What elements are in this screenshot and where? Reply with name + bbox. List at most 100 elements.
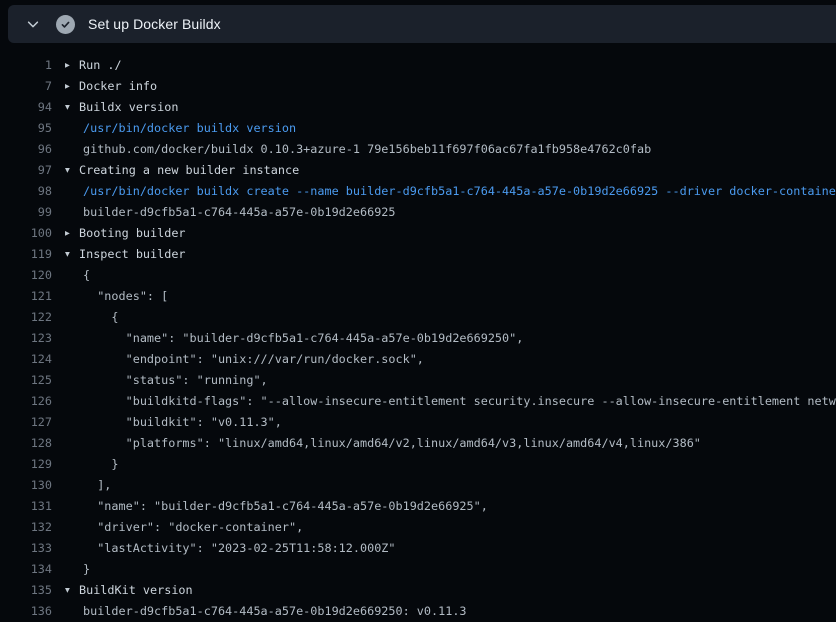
triangle-right-icon[interactable]: ▶ xyxy=(65,223,74,244)
log-line: 133 "lastActivity": "2023-02-25T11:58:12… xyxy=(0,538,836,559)
line-number[interactable]: 123 xyxy=(0,328,52,349)
line-text: ], xyxy=(65,475,111,496)
triangle-right-icon[interactable]: ▶ xyxy=(65,55,74,76)
line-number[interactable]: 97 xyxy=(0,160,52,181)
check-circle-icon xyxy=(56,15,75,34)
line-text: { xyxy=(65,307,119,328)
log-line: 96 github.com/docker/buildx 0.10.3+azure… xyxy=(0,139,836,160)
line-number[interactable]: 129 xyxy=(0,454,52,475)
group-title[interactable]: Run ./ xyxy=(79,55,122,76)
line-text: "lastActivity": "2023-02-25T11:58:12.000… xyxy=(65,538,396,559)
line-number[interactable]: 133 xyxy=(0,538,52,559)
line-text: github.com/docker/buildx 0.10.3+azure-1 … xyxy=(65,139,651,160)
line-text: builder-d9cfb5a1-c764-445a-a57e-0b19d2e6… xyxy=(65,601,467,622)
line-text: ▼BuildKit version xyxy=(65,580,193,601)
log-group-row[interactable]: 100 ▶Booting builder xyxy=(0,223,836,244)
line-number[interactable]: 119 xyxy=(0,244,52,265)
line-text: ▶Booting builder xyxy=(65,223,186,244)
log-group-row[interactable]: 1 ▶Run ./ xyxy=(0,55,836,76)
log-line: 136 builder-d9cfb5a1-c764-445a-a57e-0b19… xyxy=(0,601,836,622)
step-title: Set up Docker Buildx xyxy=(88,16,221,32)
line-number[interactable]: 127 xyxy=(0,412,52,433)
line-number[interactable]: 126 xyxy=(0,391,52,412)
line-number[interactable]: 95 xyxy=(0,118,52,139)
line-text: "nodes": [ xyxy=(65,286,168,307)
line-text: ▶Docker info xyxy=(65,76,157,97)
log-group-row[interactable]: 135 ▼BuildKit version xyxy=(0,580,836,601)
line-number[interactable]: 94 xyxy=(0,97,52,118)
log-line: 126 "buildkitd-flags": "--allow-insecure… xyxy=(0,391,836,412)
log-line: 128 "platforms": "linux/amd64,linux/amd6… xyxy=(0,433,836,454)
triangle-down-icon[interactable]: ▼ xyxy=(65,160,74,181)
log-line: 120 { xyxy=(0,265,836,286)
line-text: builder-d9cfb5a1-c764-445a-a57e-0b19d2e6… xyxy=(65,202,396,223)
log-line: 95 /usr/bin/docker buildx version xyxy=(0,118,836,139)
line-number[interactable]: 128 xyxy=(0,433,52,454)
line-number[interactable]: 136 xyxy=(0,601,52,622)
line-number[interactable]: 1 xyxy=(0,55,52,76)
log-line: 129 } xyxy=(0,454,836,475)
line-text: ▼Creating a new builder instance xyxy=(65,160,299,181)
step-header[interactable]: Set up Docker Buildx xyxy=(8,5,836,43)
log-line: 122 { xyxy=(0,307,836,328)
log-line: 125 "status": "running", xyxy=(0,370,836,391)
chevron-down-icon[interactable] xyxy=(22,13,44,35)
line-number[interactable]: 125 xyxy=(0,370,52,391)
line-number[interactable]: 98 xyxy=(0,181,52,202)
line-text: "buildkitd-flags": "--allow-insecure-ent… xyxy=(65,391,836,412)
line-number[interactable]: 99 xyxy=(0,202,52,223)
line-text: "platforms": "linux/amd64,linux/amd64/v2… xyxy=(65,433,701,454)
line-number[interactable]: 134 xyxy=(0,559,52,580)
log-line: 132 "driver": "docker-container", xyxy=(0,517,836,538)
line-number[interactable]: 124 xyxy=(0,349,52,370)
line-text: "driver": "docker-container", xyxy=(65,517,303,538)
group-title[interactable]: BuildKit version xyxy=(79,580,193,601)
triangle-down-icon[interactable]: ▼ xyxy=(65,244,74,265)
log-line: 131 "name": "builder-d9cfb5a1-c764-445a-… xyxy=(0,496,836,517)
triangle-right-icon[interactable]: ▶ xyxy=(65,76,74,97)
line-number[interactable]: 7 xyxy=(0,76,52,97)
triangle-down-icon[interactable]: ▼ xyxy=(65,580,74,601)
group-title[interactable]: Inspect builder xyxy=(79,244,186,265)
log-group-row[interactable]: 119 ▼Inspect builder xyxy=(0,244,836,265)
log-line: 134 } xyxy=(0,559,836,580)
line-number[interactable]: 135 xyxy=(0,580,52,601)
log-group-row[interactable]: 7 ▶Docker info xyxy=(0,76,836,97)
line-number[interactable]: 120 xyxy=(0,265,52,286)
log-line: 123 "name": "builder-d9cfb5a1-c764-445a-… xyxy=(0,328,836,349)
line-number[interactable]: 130 xyxy=(0,475,52,496)
line-number[interactable]: 132 xyxy=(0,517,52,538)
line-text: } xyxy=(65,454,119,475)
line-number[interactable]: 131 xyxy=(0,496,52,517)
log-line: 99 builder-d9cfb5a1-c764-445a-a57e-0b19d… xyxy=(0,202,836,223)
line-text: ▼Buildx version xyxy=(65,97,178,118)
line-text: } xyxy=(65,559,90,580)
group-title[interactable]: Buildx version xyxy=(79,97,178,118)
log-line: 130 ], xyxy=(0,475,836,496)
line-number[interactable]: 100 xyxy=(0,223,52,244)
line-text: ▼Inspect builder xyxy=(65,244,186,265)
line-text: "name": "builder-d9cfb5a1-c764-445a-a57e… xyxy=(65,328,523,349)
line-number[interactable]: 122 xyxy=(0,307,52,328)
line-text: /usr/bin/docker buildx version xyxy=(65,118,296,139)
line-text: /usr/bin/docker buildx create --name bui… xyxy=(65,181,836,202)
group-title[interactable]: Creating a new builder instance xyxy=(79,160,299,181)
log-line: 124 "endpoint": "unix:///var/run/docker.… xyxy=(0,349,836,370)
log-line: 127 "buildkit": "v0.11.3", xyxy=(0,412,836,433)
log-area: 1 ▶Run ./ 7 ▶Docker info 94 ▼Buildx vers… xyxy=(0,52,836,622)
group-title[interactable]: Docker info xyxy=(79,76,157,97)
line-text: "name": "builder-d9cfb5a1-c764-445a-a57e… xyxy=(65,496,488,517)
log-group-row[interactable]: 94 ▼Buildx version xyxy=(0,97,836,118)
line-number[interactable]: 96 xyxy=(0,139,52,160)
group-title[interactable]: Booting builder xyxy=(79,223,186,244)
line-text: ▶Run ./ xyxy=(65,55,122,76)
log-group-row[interactable]: 97 ▼Creating a new builder instance xyxy=(0,160,836,181)
line-text: "endpoint": "unix:///var/run/docker.sock… xyxy=(65,349,424,370)
line-text: "buildkit": "v0.11.3", xyxy=(65,412,282,433)
triangle-down-icon[interactable]: ▼ xyxy=(65,97,74,118)
line-number[interactable]: 121 xyxy=(0,286,52,307)
log-line: 98 /usr/bin/docker buildx create --name … xyxy=(0,181,836,202)
line-text: { xyxy=(65,265,90,286)
log-line: 121 "nodes": [ xyxy=(0,286,836,307)
line-text: "status": "running", xyxy=(65,370,268,391)
